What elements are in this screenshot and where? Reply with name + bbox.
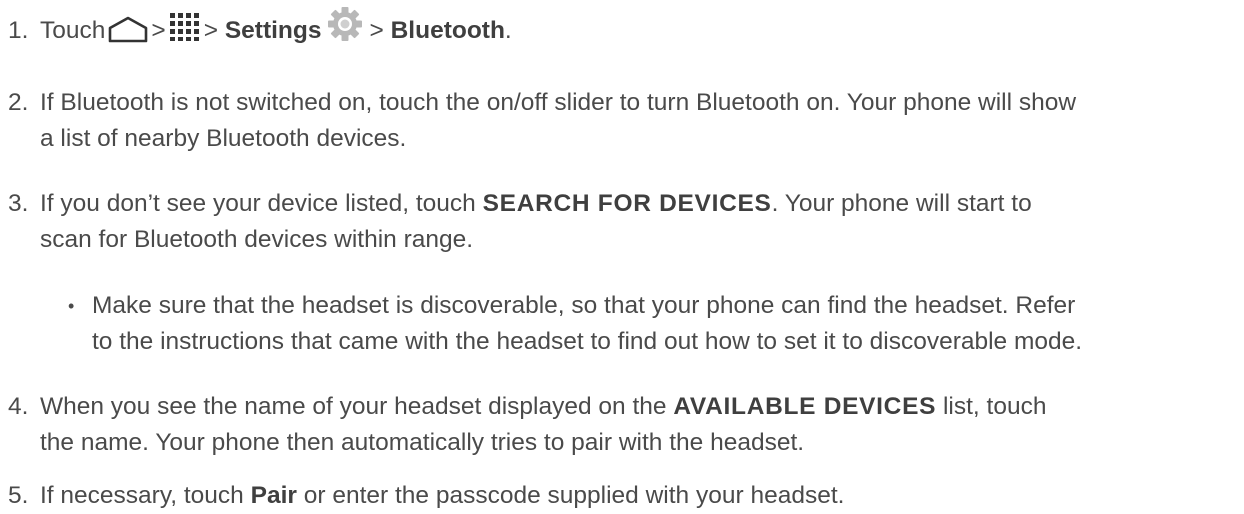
apps-grid-icon — [169, 12, 199, 41]
bluetooth-label: Bluetooth — [390, 17, 505, 44]
pair-label: Pair — [250, 482, 297, 509]
text: When you see the name of your headset di… — [40, 393, 674, 420]
step-2-line-1: If Bluetooth is not switched on, touch t… — [40, 89, 1077, 116]
step-number: 1. — [8, 17, 29, 44]
separator: > — [203, 17, 219, 44]
home-icon — [109, 16, 148, 42]
step-2-line-2: a list of nearby Bluetooth devices. — [40, 125, 407, 152]
step-5-line-1: If necessary, touch Pair or enter the pa… — [40, 478, 1240, 514]
step-3-line-1: If you don’t see your device listed, tou… — [40, 186, 1240, 222]
period: . — [504, 17, 512, 44]
step-4-line-2: the name. Your phone then automatically … — [40, 429, 805, 456]
step-number: 2. — [8, 89, 29, 116]
settings-label: Settings — [224, 17, 322, 44]
search-for-devices-label: SEARCH FOR DEVICES — [482, 190, 772, 217]
text: If you don’t see your device listed, tou… — [40, 190, 483, 217]
step-number: 3. — [8, 190, 29, 217]
step-number: 5. — [8, 482, 29, 509]
instruction-document: 1. Touch > > Settings > Bluetooth. 2. If… — [0, 0, 1244, 509]
step-number: 4. — [8, 393, 29, 420]
text: list, touch — [936, 393, 1047, 420]
step-4-line-1: When you see the name of your headset di… — [40, 389, 1240, 425]
text: or enter the passcode supplied with your… — [296, 482, 845, 509]
available-devices-label: AVAILABLE DEVICES — [673, 393, 937, 420]
bullet-icon: • — [68, 296, 75, 316]
separator: > — [151, 17, 166, 44]
text: If necessary, touch — [40, 482, 251, 509]
step-1-text: Touch > > Settings > Bluetooth. — [40, 6, 1240, 50]
bullet-line-2: to the instructions that came with the h… — [92, 328, 1083, 355]
bullet-line-1: Make sure that the headset is discoverab… — [92, 292, 1076, 319]
separator: > — [369, 17, 384, 44]
step-3-line-2: scan for Bluetooth devices within range. — [40, 226, 474, 253]
gear-icon — [328, 6, 363, 41]
text: . Your phone will start to — [771, 190, 1032, 217]
touch-text: Touch — [40, 17, 106, 44]
